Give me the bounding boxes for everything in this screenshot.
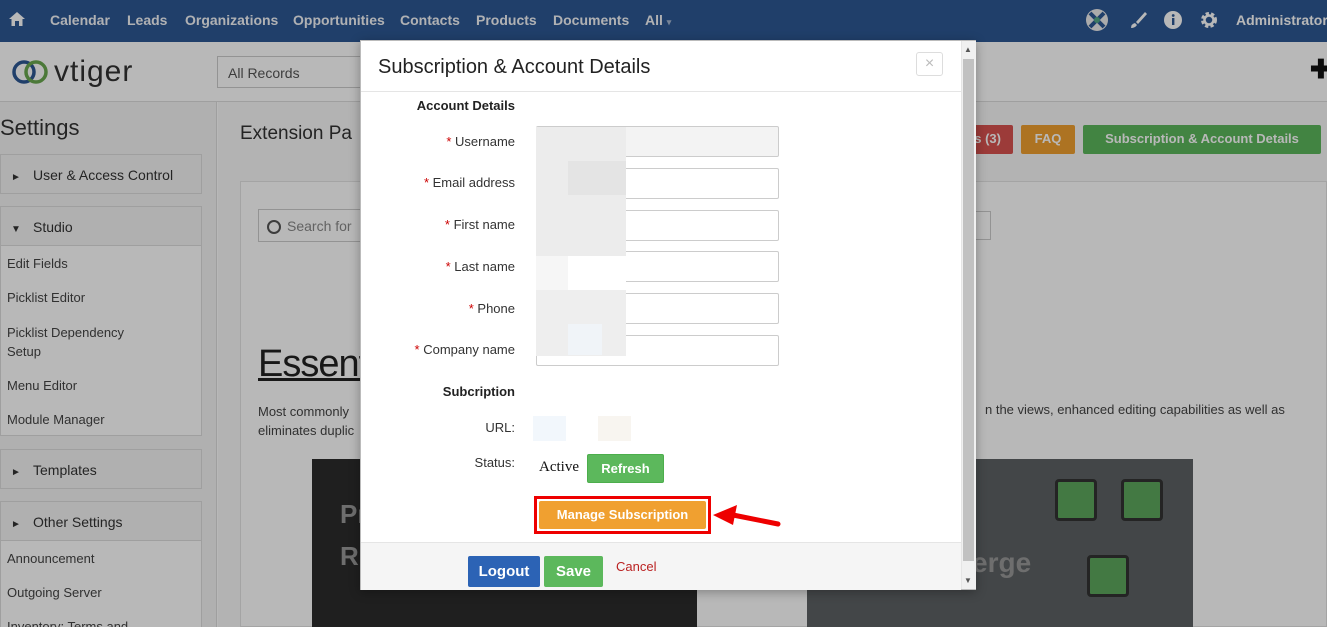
- status-value: Active: [539, 459, 579, 475]
- manage-subscription-button[interactable]: Manage Subscription: [539, 501, 706, 529]
- subscription-heading: Subcription: [442, 384, 515, 399]
- close-icon[interactable]: ×: [916, 52, 943, 76]
- redacted-block: [568, 256, 626, 290]
- last-name-label-text: Last name: [454, 259, 515, 274]
- status-label: Status:: [474, 455, 515, 470]
- email-label: * Email address: [423, 175, 515, 190]
- phone-label-text: Phone: [477, 301, 515, 316]
- last-name-label: * Last name: [445, 259, 515, 274]
- first-name-label: * First name: [444, 217, 515, 232]
- username-label: * Username: [446, 134, 515, 149]
- first-name-label-text: First name: [453, 217, 515, 232]
- email-label-text: Email address: [432, 175, 515, 190]
- refresh-button[interactable]: Refresh: [587, 454, 664, 483]
- logout-button[interactable]: Logout: [468, 556, 540, 587]
- scroll-down-icon[interactable]: ▼: [964, 576, 972, 585]
- redacted-block: [536, 256, 568, 290]
- highlight-box: Manage Subscription: [534, 496, 711, 534]
- company-label-text: Company name: [423, 342, 515, 357]
- save-button[interactable]: Save: [544, 556, 603, 587]
- account-details-heading: Account Details: [416, 98, 515, 113]
- subscription-modal: Subscription & Account Details × ▲ ▼ Acc…: [360, 40, 976, 590]
- username-label-text: Username: [455, 134, 515, 149]
- cancel-link[interactable]: Cancel: [616, 559, 656, 574]
- redacted-block: [568, 324, 602, 355]
- redacted-block: [568, 161, 626, 195]
- company-name-label: * Company name: [414, 342, 515, 357]
- scrollbar-thumb[interactable]: [963, 59, 974, 561]
- redacted-url: [533, 416, 566, 441]
- phone-label: * Phone: [468, 301, 515, 316]
- modal-footer: [361, 542, 961, 590]
- scroll-up-icon[interactable]: ▲: [964, 45, 972, 54]
- url-label: URL:: [485, 420, 515, 435]
- modal-title: Subscription & Account Details: [378, 56, 651, 78]
- modal-divider: [361, 91, 961, 92]
- redacted-url: [598, 416, 631, 441]
- red-arrow-icon: [713, 505, 781, 527]
